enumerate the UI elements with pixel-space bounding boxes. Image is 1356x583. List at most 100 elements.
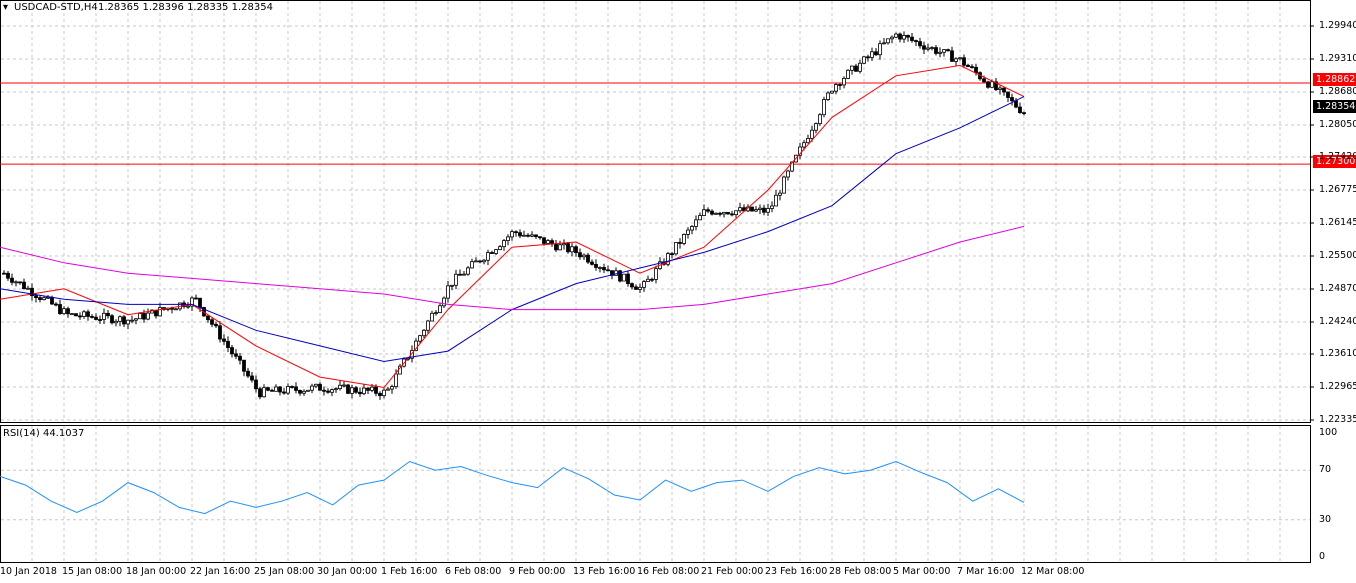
candle-body <box>606 269 610 272</box>
candle-body <box>690 226 694 231</box>
price-axis-label: 1.29310 <box>1319 53 1356 64</box>
candle-body <box>350 387 354 394</box>
time-axis-label: 18 Jan 00:00 <box>126 566 187 577</box>
time-axis-label: 30 Jan 00:00 <box>317 566 378 577</box>
candle-body <box>674 242 678 255</box>
rsi-axis-label: 0 <box>1319 551 1326 562</box>
candle-body <box>382 389 386 397</box>
candle-body <box>562 243 566 246</box>
candle-body <box>842 77 846 86</box>
bid-price-tag: 1.28354 <box>1313 100 1356 113</box>
candle-body <box>654 268 658 280</box>
chart-symbol-label: USDCAD-STD,H4 <box>14 2 98 13</box>
price-axis-label: 1.22965 <box>1319 381 1356 392</box>
candle-body <box>1018 106 1022 114</box>
candle-body <box>146 312 150 320</box>
candle-body <box>306 389 310 392</box>
candle-body <box>390 386 394 390</box>
candle-body <box>502 240 506 248</box>
candle-body <box>266 387 270 391</box>
candle-body <box>362 387 366 395</box>
candle-body <box>366 387 370 391</box>
candle-body <box>918 41 922 47</box>
time-axis-label: 28 Feb 08:00 <box>829 566 892 577</box>
price-axis-label: 1.25500 <box>1319 250 1356 261</box>
candle-body <box>22 281 26 290</box>
candle-body <box>370 386 374 391</box>
candle-body <box>902 34 906 40</box>
candle-body <box>322 389 326 392</box>
candle-body <box>862 56 866 64</box>
candle-body <box>578 252 582 258</box>
candle-body <box>374 386 378 394</box>
time-axis-label: 23 Feb 16:00 <box>765 566 828 577</box>
candle-body <box>130 319 134 322</box>
rsi-panel-frame <box>0 425 1311 563</box>
candle-body <box>214 323 218 327</box>
candle-body <box>638 286 642 290</box>
candle-body <box>766 208 770 213</box>
candle-body <box>430 312 434 322</box>
candle-body <box>486 252 490 261</box>
candle-body <box>134 318 138 321</box>
candle-body <box>590 261 594 265</box>
candle-body <box>338 384 342 390</box>
candle-body <box>906 34 910 38</box>
candle-body <box>294 386 298 391</box>
candle-body <box>922 45 926 50</box>
candle-body <box>982 78 986 83</box>
candle-body <box>354 387 358 393</box>
candle-body <box>6 272 10 279</box>
candle-body <box>974 66 978 74</box>
candle-body <box>630 283 634 288</box>
candle-body <box>770 205 774 209</box>
candle-body <box>782 176 786 194</box>
candle-body <box>722 211 726 215</box>
candle-body <box>950 50 954 62</box>
candle-body <box>446 285 450 299</box>
candle-body <box>458 273 462 276</box>
candle-body <box>270 389 274 392</box>
candle-body <box>966 64 970 68</box>
chart-window: ▾ USDCAD-STD,H4 1.28365 1.28396 1.28335 … <box>0 0 1356 583</box>
candle-body <box>386 388 390 391</box>
candle-body <box>222 338 226 342</box>
candle-body <box>478 260 482 263</box>
candle-body <box>510 231 514 238</box>
chart-canvas[interactable] <box>0 0 1356 583</box>
candle-body <box>326 390 330 393</box>
candle-body <box>102 312 106 320</box>
candle-body <box>878 43 882 56</box>
candle-body <box>298 390 302 394</box>
candle-body <box>826 92 830 100</box>
symbol-dropdown-icon[interactable]: ▾ <box>3 2 8 13</box>
time-axis-label: 13 Feb 16:00 <box>573 566 636 577</box>
candle-body <box>570 246 574 253</box>
candle-body <box>10 277 14 283</box>
candle-body <box>602 267 606 271</box>
candle-body <box>894 33 898 38</box>
candle-body <box>18 281 22 284</box>
candle-body <box>758 207 762 210</box>
time-axis-label: 16 Feb 08:00 <box>637 566 700 577</box>
rsi-axis-label: 70 <box>1319 464 1332 476</box>
price-axis-label: 1.26775 <box>1319 184 1356 195</box>
candle-body <box>498 246 502 251</box>
price-axis-label: 1.24240 <box>1319 316 1356 327</box>
candle-body <box>254 379 258 390</box>
candle-body <box>886 38 890 44</box>
candle-body <box>858 62 862 72</box>
chart-ohlc-readout: 1.28365 1.28396 1.28335 1.28354 <box>98 2 273 13</box>
candle-body <box>678 242 682 244</box>
candle-body <box>450 284 454 287</box>
candle-body <box>422 329 426 337</box>
candle-body <box>226 340 230 348</box>
candle-body <box>706 209 710 212</box>
candle-body <box>482 259 486 263</box>
candle-body <box>870 51 874 58</box>
candle-body <box>466 267 470 275</box>
candle-body <box>874 51 878 56</box>
candle-body <box>946 49 950 52</box>
price-axis-label: 1.27420 <box>1319 151 1356 162</box>
price-axis-label: 1.29940 <box>1319 20 1356 31</box>
